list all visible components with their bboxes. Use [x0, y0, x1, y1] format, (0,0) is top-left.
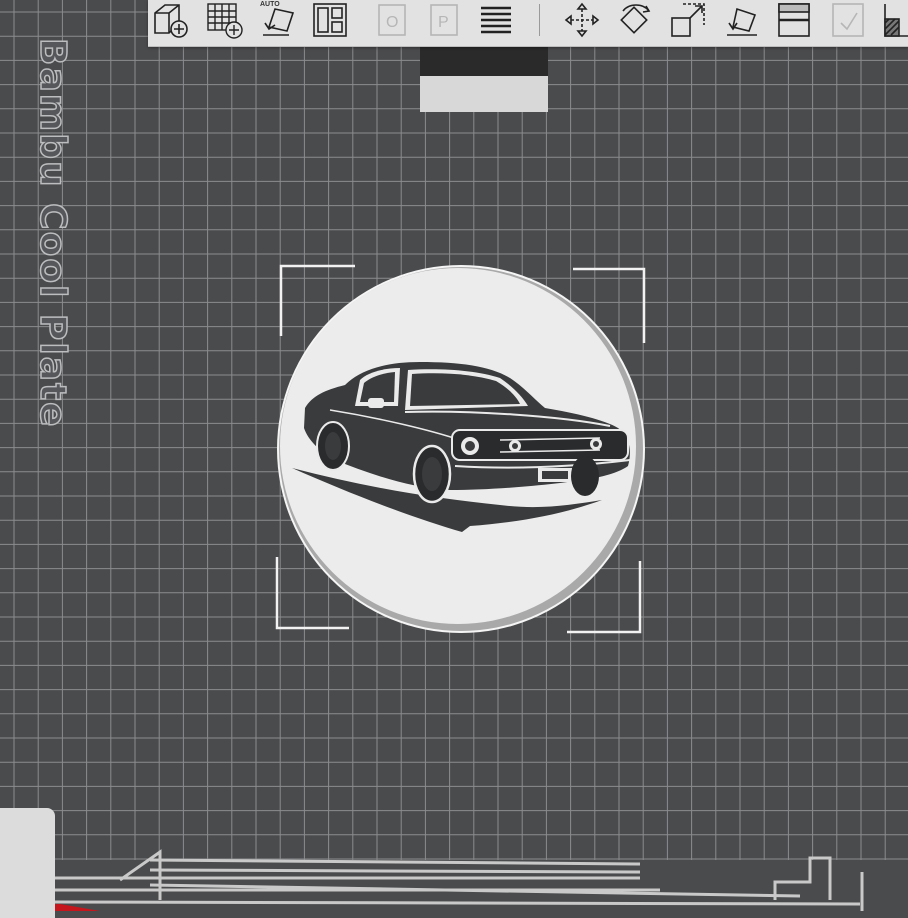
cut-tool-button[interactable]: [774, 0, 814, 40]
plate-edge-detail: [54, 849, 864, 911]
variable-layer-button[interactable]: [476, 0, 516, 40]
rotate-tool-button[interactable]: [616, 0, 656, 40]
lay-on-face-button[interactable]: [722, 0, 762, 40]
split-objects-button[interactable]: O: [372, 0, 412, 40]
plate-side-tab[interactable]: [0, 808, 55, 918]
split-parts-button[interactable]: P: [424, 0, 464, 40]
lay-on-face-icon: [727, 7, 757, 36]
filament-preview: [420, 46, 548, 112]
model-object[interactable]: [277, 265, 645, 633]
move-tool-button[interactable]: [562, 0, 602, 40]
rotate-icon: [620, 4, 651, 34]
color-paint-icon: [884, 4, 908, 37]
auto-tag: AUTO: [260, 1, 280, 8]
scale-icon: [671, 3, 705, 37]
layers-icon: [481, 6, 511, 34]
support-paint-button[interactable]: [828, 0, 868, 40]
plate-label: Bambu Cool Plate: [31, 37, 74, 429]
top-toolbar: AUTO O P: [148, 0, 908, 47]
build-plate-viewport[interactable]: [0, 0, 908, 911]
arrange-icon: [313, 3, 347, 37]
split-objects-icon: O: [378, 4, 406, 36]
svg-text:P: P: [438, 14, 449, 31]
split-parts-icon: P: [430, 4, 458, 36]
preview-dark-band: [420, 46, 548, 76]
preview-light-band: [420, 76, 548, 112]
add-plate-button[interactable]: [204, 0, 244, 40]
arrange-button[interactable]: [310, 0, 350, 40]
add-object-button[interactable]: [150, 0, 190, 40]
cube-add-icon: [154, 4, 188, 38]
support-paint-icon: [832, 3, 864, 37]
svg-text:O: O: [386, 14, 398, 31]
auto-orient-button[interactable]: AUTO: [258, 0, 298, 40]
grid-add-icon: [207, 3, 243, 39]
color-paint-button[interactable]: [878, 0, 908, 40]
move-icon: [564, 2, 600, 38]
cut-icon: [778, 3, 810, 37]
scale-tool-button[interactable]: [668, 0, 708, 40]
toolbar-separator: [539, 4, 540, 36]
